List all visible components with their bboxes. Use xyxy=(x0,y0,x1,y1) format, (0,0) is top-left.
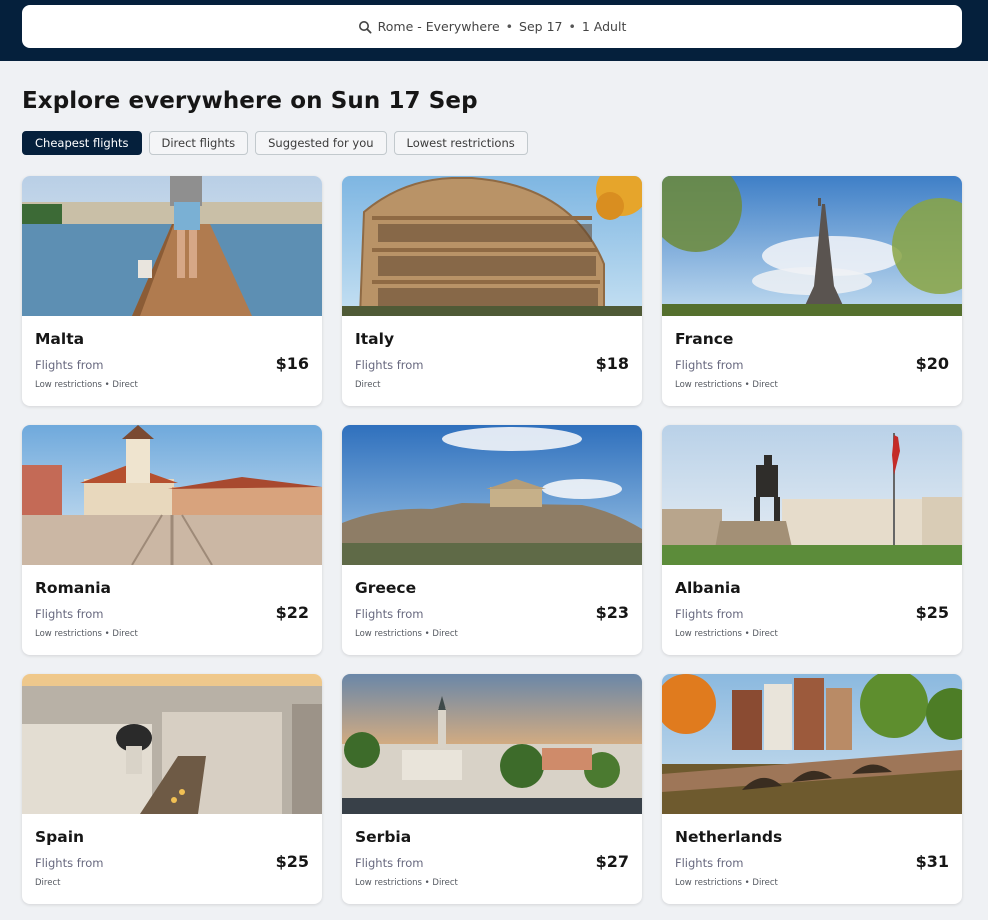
destination-image-albania xyxy=(662,425,962,565)
destination-tags: Low restrictions • Direct xyxy=(355,878,458,888)
destination-image-spain xyxy=(22,674,322,814)
flights-from-label: Flights from xyxy=(355,856,424,870)
destination-tags: Direct xyxy=(35,878,61,888)
destination-tags: Low restrictions • Direct xyxy=(675,629,778,639)
destination-tags: Low restrictions • Direct xyxy=(675,380,778,390)
search-separator: • xyxy=(568,19,576,34)
search-icon xyxy=(358,20,372,34)
filter-lowest-restrictions[interactable]: Lowest restrictions xyxy=(393,131,528,155)
destination-card-serbia[interactable]: Serbia Flights from $27 Low restrictions… xyxy=(342,674,642,904)
destination-card-malta[interactable]: Malta Flights from $16 Low restrictions … xyxy=(22,176,322,406)
destination-tags: Low restrictions • Direct xyxy=(355,629,458,639)
destination-country: Serbia xyxy=(355,828,412,846)
destination-price: $23 xyxy=(595,603,629,622)
destination-tags: Low restrictions • Direct xyxy=(35,629,138,639)
destination-price: $25 xyxy=(275,852,309,871)
flights-from-label: Flights from xyxy=(675,358,744,372)
destination-price: $25 xyxy=(915,603,949,622)
destination-image-italy xyxy=(342,176,642,316)
destination-image-malta xyxy=(22,176,322,316)
destination-tags: Low restrictions • Direct xyxy=(675,878,778,888)
destination-image-serbia xyxy=(342,674,642,814)
flights-from-label: Flights from xyxy=(35,358,104,372)
destination-price: $27 xyxy=(595,852,629,871)
filter-direct-flights[interactable]: Direct flights xyxy=(148,131,249,155)
destination-image-netherlands xyxy=(662,674,962,814)
search-travellers: 1 Adult xyxy=(581,19,627,34)
destination-country: Greece xyxy=(355,579,417,597)
destination-country: Albania xyxy=(675,579,741,597)
destination-country: Netherlands xyxy=(675,828,783,846)
search-separator: • xyxy=(505,19,514,34)
destination-card-romania[interactable]: Romania Flights from $22 Low restriction… xyxy=(22,425,322,655)
flights-from-label: Flights from xyxy=(35,856,104,870)
filter-chips: Cheapest flights Direct flights Suggeste… xyxy=(22,131,528,155)
destination-card-netherlands[interactable]: Netherlands Flights from $31 Low restric… xyxy=(662,674,962,904)
flights-from-label: Flights from xyxy=(35,607,104,621)
flights-from-label: Flights from xyxy=(675,856,744,870)
destination-price: $31 xyxy=(915,852,949,871)
filter-cheapest-flights[interactable]: Cheapest flights xyxy=(22,131,142,155)
search-date: Sep 17 xyxy=(519,19,563,34)
flights-from-label: Flights from xyxy=(355,607,424,621)
flights-from-label: Flights from xyxy=(675,607,744,621)
destination-price: $16 xyxy=(275,354,309,373)
top-bar: Rome - Everywhere • Sep 17 • 1 Adult xyxy=(0,0,988,61)
destination-card-greece[interactable]: Greece Flights from $23 Low restrictions… xyxy=(342,425,642,655)
destination-card-spain[interactable]: Spain Flights from $25 Direct xyxy=(22,674,322,904)
destination-country: Malta xyxy=(35,330,85,348)
filter-suggested-for-you[interactable]: Suggested for you xyxy=(255,131,387,155)
destination-price: $20 xyxy=(915,354,949,373)
destination-grid: Malta Flights from $16 Low restrictions … xyxy=(22,176,962,904)
destination-image-romania xyxy=(22,425,322,565)
flights-from-label: Flights from xyxy=(355,358,424,372)
page-title: Explore everywhere on Sun 17 Sep xyxy=(22,88,478,114)
destination-card-france[interactable]: France Flights from $20 Low restrictions… xyxy=(662,176,962,406)
destination-country: Italy xyxy=(355,330,395,348)
destination-image-france xyxy=(662,176,962,316)
destination-card-albania[interactable]: Albania Flights from $25 Low restriction… xyxy=(662,425,962,655)
destination-country: Romania xyxy=(35,579,112,597)
destination-tags: Low restrictions • Direct xyxy=(35,380,138,390)
destination-country: Spain xyxy=(35,828,85,846)
destination-price: $18 xyxy=(595,354,629,373)
destination-tags: Direct xyxy=(355,380,381,390)
search-summary-bar[interactable]: Rome - Everywhere • Sep 17 • 1 Adult xyxy=(22,5,962,48)
destination-image-greece xyxy=(342,425,642,565)
search-route: Rome - Everywhere xyxy=(377,19,500,34)
destination-card-italy[interactable]: Italy Flights from $18 Direct xyxy=(342,176,642,406)
destination-country: France xyxy=(675,330,734,348)
destination-price: $22 xyxy=(275,603,309,622)
